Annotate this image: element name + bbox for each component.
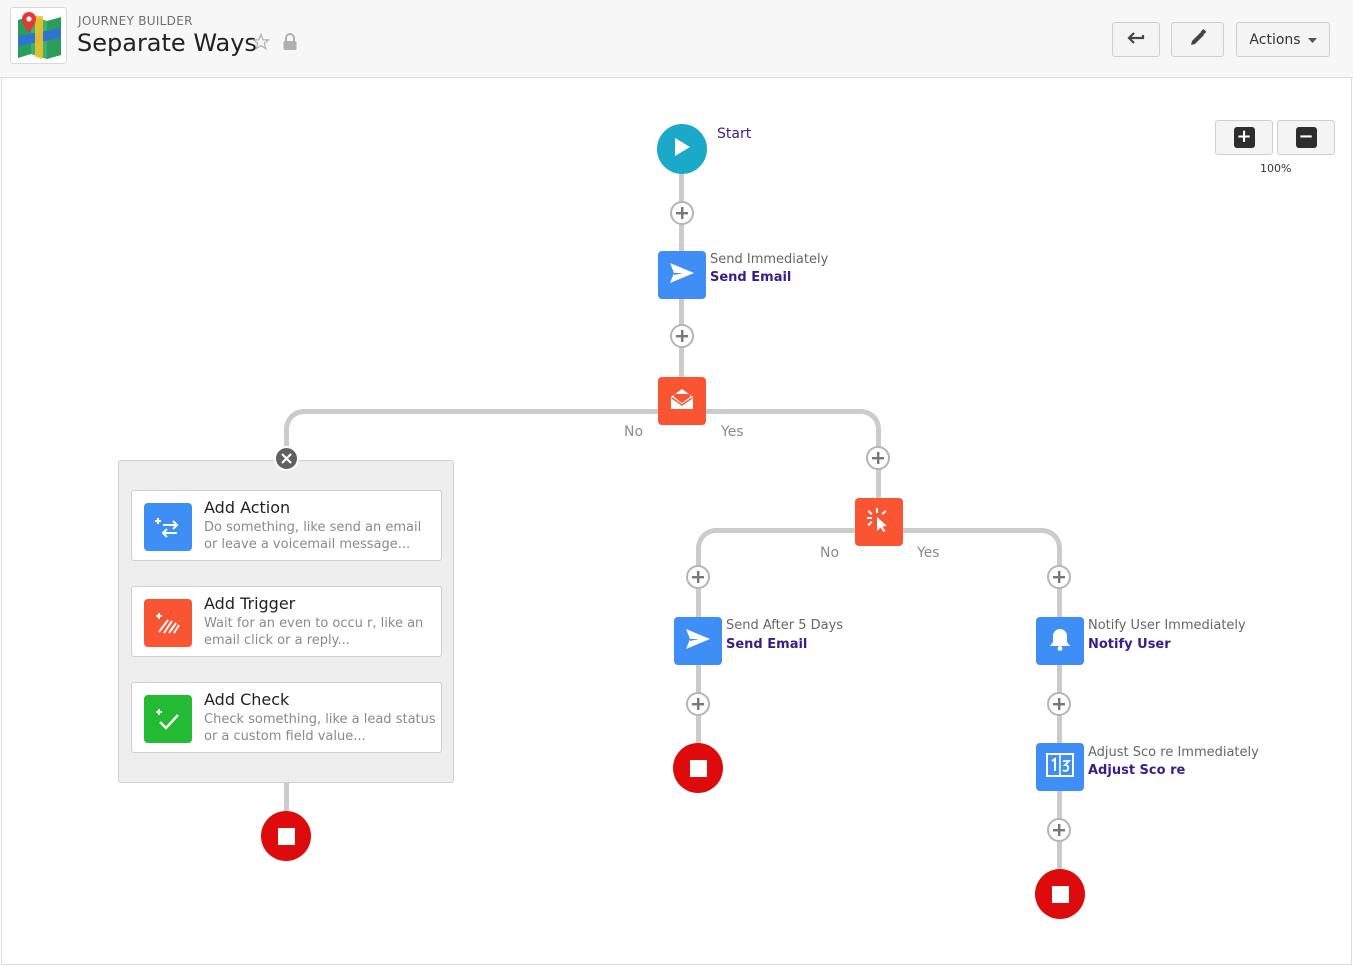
step-timing: Notify User Immediately: [1088, 618, 1246, 633]
add-step-button[interactable]: [686, 692, 710, 716]
connector: [716, 528, 856, 533]
plus-icon: [676, 330, 688, 342]
back-arrow-icon: [1126, 30, 1146, 50]
plus-icon: [692, 571, 704, 583]
click-icon: [866, 507, 892, 537]
add-step-button[interactable]: [686, 565, 710, 589]
step-action-link[interactable]: Send Email: [710, 270, 791, 285]
header-bar: JOURNEY BUILDER Separate Ways Actions: [0, 0, 1353, 78]
branch-yes-label: Yes: [721, 424, 744, 440]
send-icon: [685, 628, 711, 654]
start-node[interactable]: [657, 124, 707, 174]
connector: [703, 409, 861, 414]
plus-icon: [1053, 571, 1065, 583]
end-node[interactable]: [673, 743, 723, 793]
action-icon: [144, 503, 192, 551]
actions-dropdown[interactable]: Actions: [1236, 22, 1330, 57]
lock-icon[interactable]: [282, 33, 298, 55]
card-description: Do something, like send an email or leav…: [204, 520, 422, 552]
step-timing: Adjust Sco re Immediately: [1088, 745, 1259, 760]
bell-icon: [1049, 627, 1071, 655]
add-step-button[interactable]: [1047, 565, 1071, 589]
email-clicked-check[interactable]: [855, 498, 903, 546]
zoom-out-icon: −: [1295, 127, 1317, 148]
zoom-level: 100%: [1260, 162, 1292, 175]
plus-icon: [1053, 824, 1065, 836]
email-open-icon: [669, 387, 695, 415]
send-email-node[interactable]: [658, 251, 706, 299]
app-eyebrow: JOURNEY BUILDER: [78, 14, 193, 28]
edit-button[interactable]: [1171, 22, 1224, 57]
end-node[interactable]: [261, 811, 311, 861]
add-step-button[interactable]: [670, 201, 694, 225]
plus-icon: [1053, 698, 1065, 710]
close-panel-button[interactable]: [274, 446, 299, 471]
zoom-out-button[interactable]: −: [1277, 120, 1335, 155]
stop-icon: [1051, 885, 1069, 903]
card-description: Wait for an even to occu r, like an emai…: [204, 616, 424, 648]
stop-icon: [277, 827, 295, 845]
check-icon: [144, 695, 192, 743]
plus-icon: [676, 207, 688, 219]
map-logo-icon: [10, 7, 67, 64]
connector: [901, 528, 1042, 533]
zoom-in-icon: +: [1233, 127, 1255, 148]
actions-label: Actions: [1249, 31, 1301, 48]
add-action-card[interactable]: Add Action Do something, like send an em…: [131, 490, 442, 561]
branch-yes-label: Yes: [917, 545, 940, 561]
branch-no-label: No: [624, 424, 644, 440]
step-timing: Send After 5 Days: [726, 618, 844, 633]
add-step-button[interactable]: [1047, 818, 1071, 842]
back-button[interactable]: [1112, 22, 1160, 57]
send-icon: [669, 262, 695, 288]
pencil-icon: [1189, 28, 1207, 51]
plus-icon: [692, 698, 704, 710]
card-title: Add Check: [204, 690, 290, 709]
notify-user-node[interactable]: [1036, 617, 1084, 665]
add-step-button[interactable]: [1047, 692, 1071, 716]
step-action-link[interactable]: Adjust Sco re: [1088, 763, 1185, 778]
page-title: Separate Ways: [77, 29, 257, 57]
score-icon: [1046, 753, 1074, 781]
play-icon: [673, 137, 691, 161]
add-step-panel: Add Action Do something, like send an em…: [118, 460, 454, 783]
close-icon: [281, 449, 292, 468]
branch-no-label: No: [820, 545, 840, 561]
card-title: Add Trigger: [204, 594, 296, 613]
star-icon[interactable]: [251, 32, 271, 55]
send-email-node[interactable]: [674, 617, 722, 665]
connector: [284, 783, 289, 811]
step-timing: Send Immediately: [710, 252, 829, 267]
add-check-card[interactable]: Add Check Check something, like a lead s…: [131, 682, 442, 753]
caret-down-icon: [1307, 32, 1317, 48]
adjust-score-node[interactable]: [1036, 743, 1084, 791]
card-description: Check something, like a lead status or a…: [204, 712, 436, 744]
add-step-button[interactable]: [866, 446, 890, 470]
email-opened-check[interactable]: [658, 377, 706, 425]
start-label[interactable]: Start: [717, 126, 751, 142]
end-node[interactable]: [1035, 869, 1085, 919]
add-trigger-card[interactable]: Add Trigger Wait for an even to occu r, …: [131, 586, 442, 657]
add-step-button[interactable]: [670, 324, 694, 348]
step-action-link[interactable]: Send Email: [726, 637, 807, 652]
trigger-icon: [144, 599, 192, 647]
connector: [304, 409, 661, 414]
plus-icon: [872, 452, 884, 464]
zoom-in-button[interactable]: +: [1215, 120, 1273, 155]
stop-icon: [689, 759, 707, 777]
step-action-link[interactable]: Notify User: [1088, 637, 1171, 652]
card-title: Add Action: [204, 498, 291, 517]
